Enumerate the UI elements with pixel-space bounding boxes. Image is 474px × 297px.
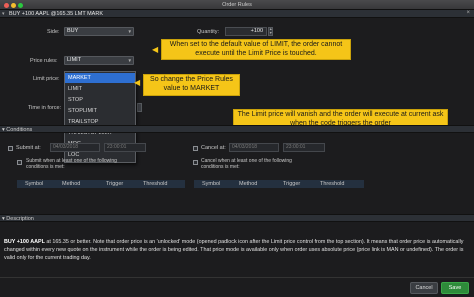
- column-symbol: Symbol: [202, 181, 221, 187]
- description-title: Description: [6, 216, 34, 222]
- conditions-section-header[interactable]: ▾ Conditions: [0, 125, 474, 133]
- cancel-when-checkbox[interactable]: [193, 160, 198, 165]
- menu-item-stop[interactable]: STOP: [65, 95, 135, 105]
- price-rules-value: LIMIT: [67, 57, 82, 63]
- conditions-section-label: ▾ Conditions: [2, 127, 33, 133]
- callout-default-limit: When set to the default value of LIMIT, …: [161, 39, 351, 60]
- cancel-button[interactable]: Cancel: [410, 282, 438, 294]
- save-button[interactable]: Save: [441, 282, 469, 294]
- window-title: Order Rules: [222, 2, 252, 8]
- column-threshold: Threshold: [143, 181, 168, 187]
- submit-when-checkbox[interactable]: [17, 160, 22, 165]
- close-icon[interactable]: ×: [466, 10, 470, 16]
- submit-date-field[interactable]: 04/03/2018: [50, 143, 100, 152]
- time-in-force-label: Time in force:: [28, 105, 62, 111]
- column-trigger: Trigger: [283, 181, 301, 187]
- menu-item-stoplimit[interactable]: STOPLIMIT: [65, 106, 135, 116]
- submit-at-checkbox[interactable]: [8, 146, 13, 151]
- collapse-chevron-icon[interactable]: ▾: [2, 11, 5, 17]
- side-value: BUY: [67, 28, 79, 34]
- menu-item-market[interactable]: MARKET: [65, 73, 135, 83]
- cancel-date-field[interactable]: 04/03/2018: [229, 143, 279, 152]
- side-label: Side:: [47, 29, 60, 35]
- conditions-title: Conditions: [6, 127, 33, 133]
- cancel-conditions-table-header: Symbol Method Trigger Threshold: [194, 180, 364, 188]
- side-dropdown[interactable]: BUY ▼: [64, 27, 134, 36]
- submit-at-label: Submit at:: [16, 145, 41, 151]
- price-rules-label: Price rules:: [30, 58, 58, 64]
- cancel-when-text: Cancel when at least one of the followin…: [201, 158, 292, 170]
- description-section-header[interactable]: ▾ Description: [0, 214, 474, 222]
- submit-time-field[interactable]: 23:00:01: [104, 143, 146, 152]
- callout-arrow-icon: ◀: [134, 78, 141, 87]
- description-text: BUY +100 AAPL at 165.35 or better. Note …: [4, 238, 470, 262]
- order-header: ▾ BUY +100 AAPL @165.35 LMT MARK ×: [0, 10, 474, 18]
- order-summary: BUY +100 AAPL @165.35 LMT MARK: [9, 11, 103, 17]
- window-titlebar: Order Rules: [0, 0, 474, 10]
- column-symbol: Symbol: [25, 181, 44, 187]
- time-in-force-control[interactable]: [137, 103, 142, 112]
- callout-arrow-icon: ◀: [152, 45, 159, 54]
- quantity-label: Quantity:: [197, 29, 220, 35]
- footer: [0, 277, 474, 297]
- limit-price-label: Limit price:: [33, 76, 60, 82]
- column-method: Method: [239, 181, 258, 187]
- cancel-at-checkbox[interactable]: [193, 146, 198, 151]
- submit-conditions-table-header: Symbol Method Trigger Threshold: [17, 180, 185, 188]
- description-body: at 165.35 or better. Note that order pri…: [4, 239, 464, 261]
- quantity-stepper[interactable]: ▲ ▼: [268, 27, 273, 36]
- column-method: Method: [62, 181, 81, 187]
- menu-item-limit[interactable]: LIMIT: [65, 84, 135, 94]
- chevron-down-icon: ▼: [127, 29, 132, 34]
- description-section-label: ▾ Description: [2, 216, 34, 222]
- column-threshold: Threshold: [320, 181, 345, 187]
- description-lead: BUY +100 AAPL: [4, 239, 45, 245]
- submit-when-text: Submit when at least one of the followin…: [26, 158, 117, 170]
- cancel-time-field[interactable]: 23:00:01: [283, 143, 325, 152]
- column-trigger: Trigger: [106, 181, 124, 187]
- price-rules-dropdown[interactable]: LIMIT ▼: [64, 56, 134, 65]
- chevron-down-icon: ▼: [127, 58, 132, 63]
- callout-change-market: So change the Price Rules value to MARKE…: [143, 74, 240, 96]
- cancel-at-label: Cancel at:: [201, 145, 226, 151]
- quantity-field[interactable]: +100: [225, 27, 267, 36]
